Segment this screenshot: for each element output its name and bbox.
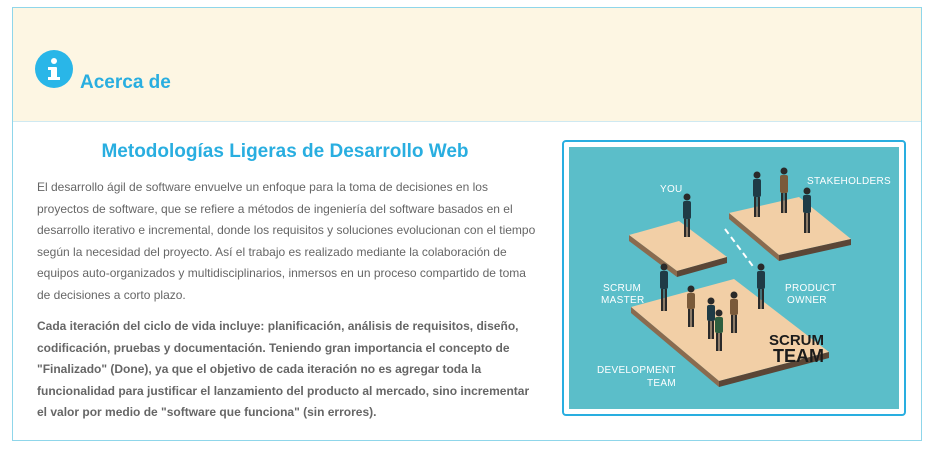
label-dev-team-1: DEVELOPMENT xyxy=(597,365,676,376)
label-scrum-team-2: TEAM xyxy=(773,346,824,366)
panel-header: Acerca de xyxy=(13,8,921,122)
scrum-illustration: YOU STAKEHOLDERS SCRUM MASTER PRODUCT OW… xyxy=(562,140,906,416)
paragraph-intro: El desarrollo ágil de software envuelve … xyxy=(37,180,536,302)
header-title: Acerca de xyxy=(80,72,171,93)
label-dev-team-2: TEAM xyxy=(647,378,676,389)
content-title: Metodologías Ligeras de Desarrollo Web xyxy=(101,141,469,162)
label-product-owner-2: OWNER xyxy=(787,295,827,306)
label-stakeholders: STAKEHOLDERS xyxy=(807,176,891,187)
info-icon xyxy=(35,50,73,88)
label-product-owner-1: PRODUCT xyxy=(785,283,837,294)
paragraph-iteration: Cada iteración del ciclo de vida incluye… xyxy=(37,319,530,420)
label-scrum-master-2: MASTER xyxy=(601,295,644,306)
label-you: YOU xyxy=(660,184,683,195)
scrum-team-diagram: YOU STAKEHOLDERS SCRUM MASTER PRODUCT OW… xyxy=(569,147,899,409)
label-scrum-master-1: SCRUM xyxy=(603,283,641,294)
